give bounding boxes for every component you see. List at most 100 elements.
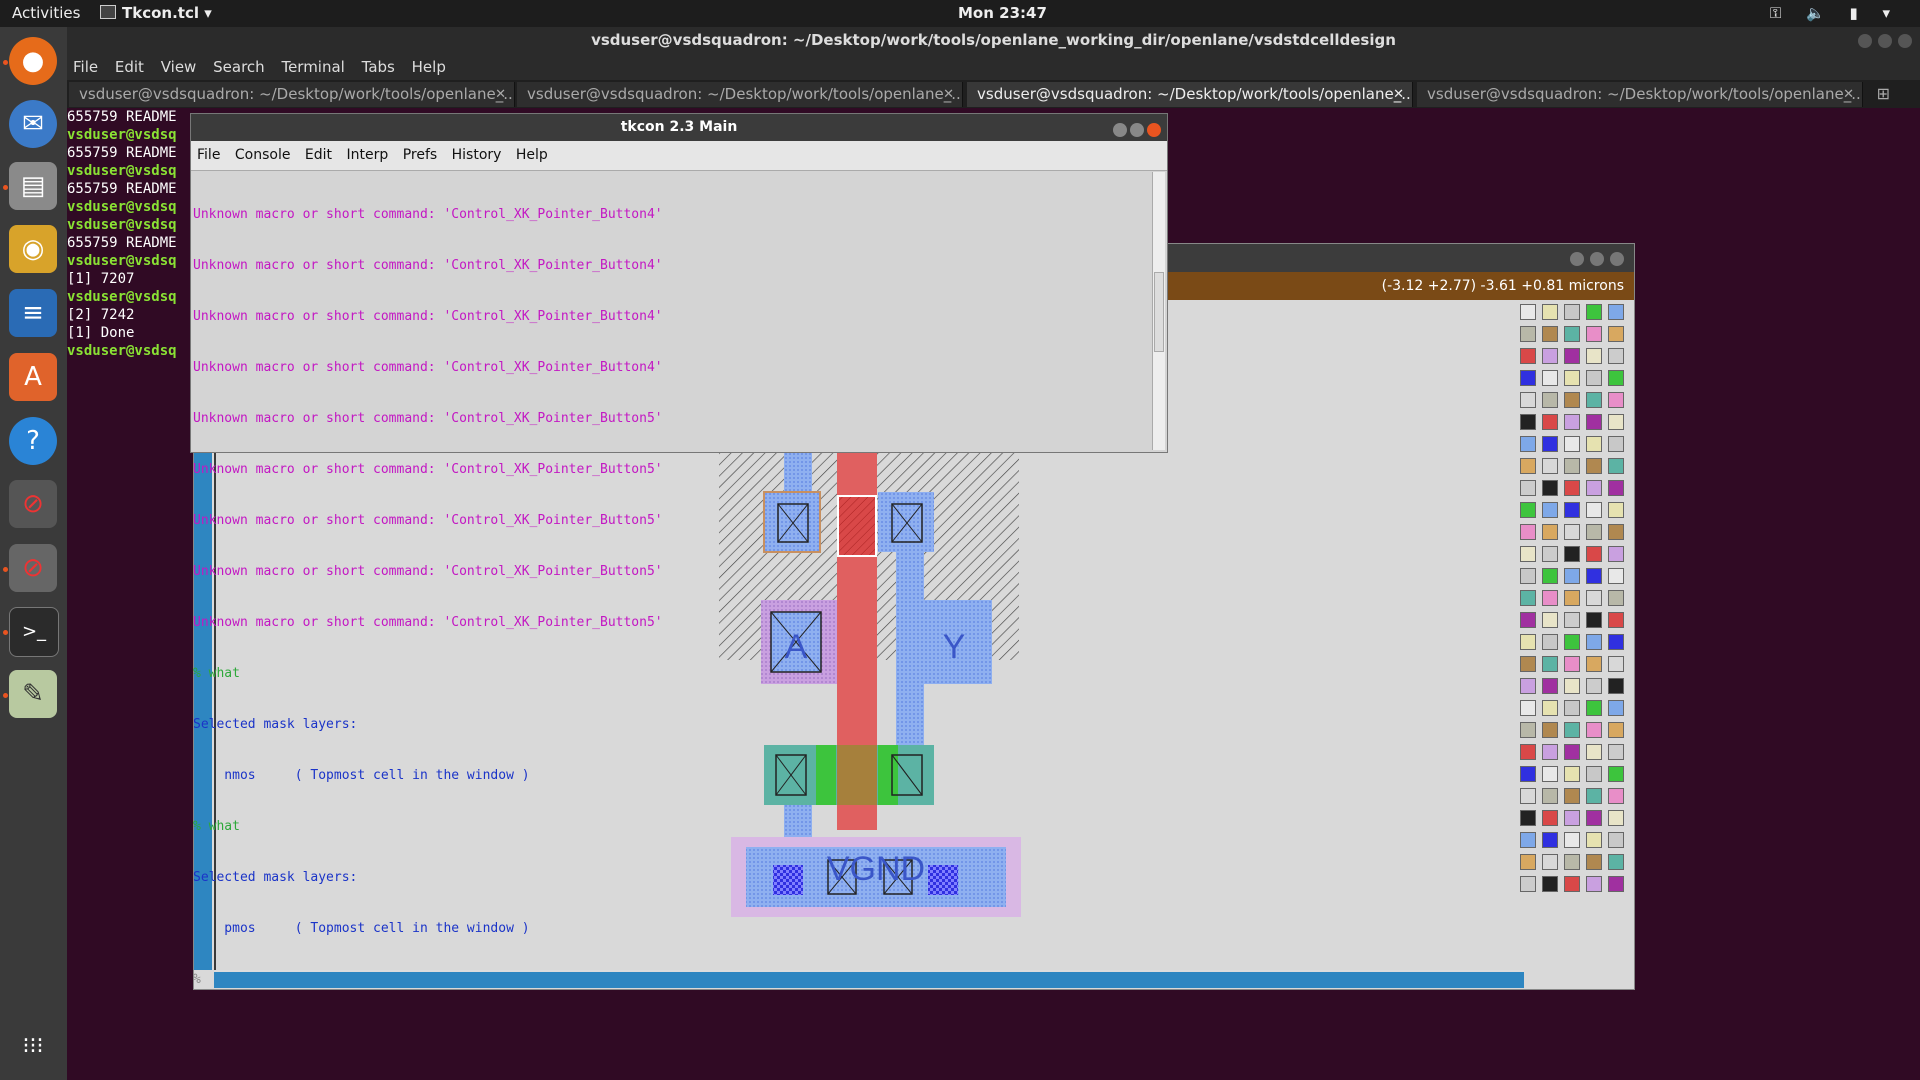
layer-swatch[interactable] — [1564, 414, 1580, 430]
layer-swatch[interactable] — [1608, 810, 1624, 826]
layer-swatch[interactable] — [1564, 458, 1580, 474]
maximize-icon[interactable] — [1878, 34, 1892, 48]
layer-swatch[interactable] — [1542, 700, 1558, 716]
layer-swatch[interactable] — [1564, 854, 1580, 870]
layer-swatch[interactable] — [1608, 634, 1624, 650]
layer-swatch[interactable] — [1564, 744, 1580, 760]
terminal-tab[interactable]: vsduser@vsdsquadron: ~/Desktop/work/tool… — [69, 82, 515, 107]
scroll-thumb[interactable] — [1154, 272, 1164, 352]
layer-swatch[interactable] — [1542, 502, 1558, 518]
layer-swatch[interactable] — [1586, 524, 1602, 540]
layer-swatch[interactable] — [1520, 832, 1536, 848]
image-viewer-icon[interactable]: ✎ — [9, 670, 57, 718]
maximize-icon[interactable] — [1130, 123, 1144, 137]
layer-swatch[interactable] — [1608, 524, 1624, 540]
layer-swatch[interactable] — [1586, 436, 1602, 452]
layer-swatch[interactable] — [1586, 876, 1602, 892]
layer-swatch[interactable] — [1564, 392, 1580, 408]
layer-palette[interactable] — [1520, 304, 1632, 904]
close-icon[interactable]: ✕ — [495, 82, 506, 107]
layer-swatch[interactable] — [1520, 414, 1536, 430]
layer-swatch[interactable] — [1564, 370, 1580, 386]
layer-swatch[interactable] — [1564, 568, 1580, 584]
layer-swatch[interactable] — [1586, 656, 1602, 672]
layer-swatch[interactable] — [1520, 766, 1536, 782]
layer-swatch[interactable] — [1542, 568, 1558, 584]
layer-swatch[interactable] — [1586, 502, 1602, 518]
layer-swatch[interactable] — [1542, 612, 1558, 628]
layer-swatch[interactable] — [1586, 766, 1602, 782]
layer-swatch[interactable] — [1542, 854, 1558, 870]
layer-swatch[interactable] — [1542, 832, 1558, 848]
layer-swatch[interactable] — [1608, 348, 1624, 364]
layer-swatch[interactable] — [1542, 370, 1558, 386]
app-menu[interactable]: Tkcon.tcl ▾ — [100, 4, 212, 22]
tk-menu-console[interactable]: Console — [235, 147, 291, 163]
layer-swatch[interactable] — [1586, 700, 1602, 716]
layer-swatch[interactable] — [1542, 766, 1558, 782]
layer-swatch[interactable] — [1608, 612, 1624, 628]
layer-swatch[interactable] — [1542, 436, 1558, 452]
layer-swatch[interactable] — [1520, 854, 1536, 870]
layer-swatch[interactable] — [1520, 656, 1536, 672]
layer-swatch[interactable] — [1608, 744, 1624, 760]
maximize-icon[interactable] — [1590, 252, 1604, 266]
layer-swatch[interactable] — [1586, 744, 1602, 760]
layer-swatch[interactable] — [1586, 326, 1602, 342]
layer-swatch[interactable] — [1564, 524, 1580, 540]
layer-swatch[interactable] — [1564, 876, 1580, 892]
layer-swatch[interactable] — [1520, 458, 1536, 474]
layer-swatch[interactable] — [1520, 788, 1536, 804]
layer-swatch[interactable] — [1520, 436, 1536, 452]
layer-swatch[interactable] — [1564, 590, 1580, 606]
layer-swatch[interactable] — [1520, 524, 1536, 540]
layer-swatch[interactable] — [1608, 502, 1624, 518]
layer-swatch[interactable] — [1520, 348, 1536, 364]
layer-swatch[interactable] — [1608, 436, 1624, 452]
writer-icon[interactable]: ≡ — [9, 289, 57, 337]
layer-swatch[interactable] — [1608, 326, 1624, 342]
layer-swatch[interactable] — [1564, 304, 1580, 320]
layer-swatch[interactable] — [1564, 634, 1580, 650]
system-tray[interactable]: ⚿ 🔈 ▮ ▾ — [1770, 4, 1900, 22]
rhythmbox-icon[interactable]: ◉ — [9, 225, 57, 273]
layer-swatch[interactable] — [1608, 876, 1624, 892]
layer-swatch[interactable] — [1564, 480, 1580, 496]
layer-swatch[interactable] — [1586, 612, 1602, 628]
layer-swatch[interactable] — [1564, 832, 1580, 848]
layer-swatch[interactable] — [1608, 480, 1624, 496]
layer-swatch[interactable] — [1520, 568, 1536, 584]
layer-swatch[interactable] — [1520, 326, 1536, 342]
layer-swatch[interactable] — [1520, 612, 1536, 628]
layer-swatch[interactable] — [1608, 546, 1624, 562]
layer-swatch[interactable] — [1564, 326, 1580, 342]
layer-swatch[interactable] — [1520, 370, 1536, 386]
layer-swatch[interactable] — [1586, 634, 1602, 650]
terminal-tab[interactable]: vsduser@vsdsquadron: ~/Desktop/work/tool… — [1417, 82, 1863, 107]
layer-swatch[interactable] — [1520, 304, 1536, 320]
layer-swatch[interactable] — [1586, 480, 1602, 496]
layer-swatch[interactable] — [1564, 348, 1580, 364]
layer-swatch[interactable] — [1608, 590, 1624, 606]
blocked-icon[interactable]: ⊘ — [9, 544, 57, 592]
layer-swatch[interactable] — [1586, 854, 1602, 870]
layer-swatch[interactable] — [1586, 392, 1602, 408]
layer-swatch[interactable] — [1608, 370, 1624, 386]
tk-menu-interp[interactable]: Interp — [347, 147, 389, 163]
layer-swatch[interactable] — [1586, 678, 1602, 694]
layer-swatch[interactable] — [1520, 700, 1536, 716]
terminal-icon[interactable]: >_ — [9, 607, 59, 657]
layer-swatch[interactable] — [1608, 766, 1624, 782]
layer-swatch[interactable] — [1520, 634, 1536, 650]
close-icon[interactable] — [1898, 34, 1912, 48]
layer-swatch[interactable] — [1542, 656, 1558, 672]
help-icon[interactable]: ? — [9, 417, 57, 465]
layer-swatch[interactable] — [1586, 370, 1602, 386]
layer-swatch[interactable] — [1608, 414, 1624, 430]
menu-tabs[interactable]: Tabs — [362, 58, 395, 76]
layer-swatch[interactable] — [1542, 392, 1558, 408]
layer-swatch[interactable] — [1564, 678, 1580, 694]
layer-swatch[interactable] — [1542, 788, 1558, 804]
menu-help[interactable]: Help — [412, 58, 446, 76]
layer-swatch[interactable] — [1586, 590, 1602, 606]
